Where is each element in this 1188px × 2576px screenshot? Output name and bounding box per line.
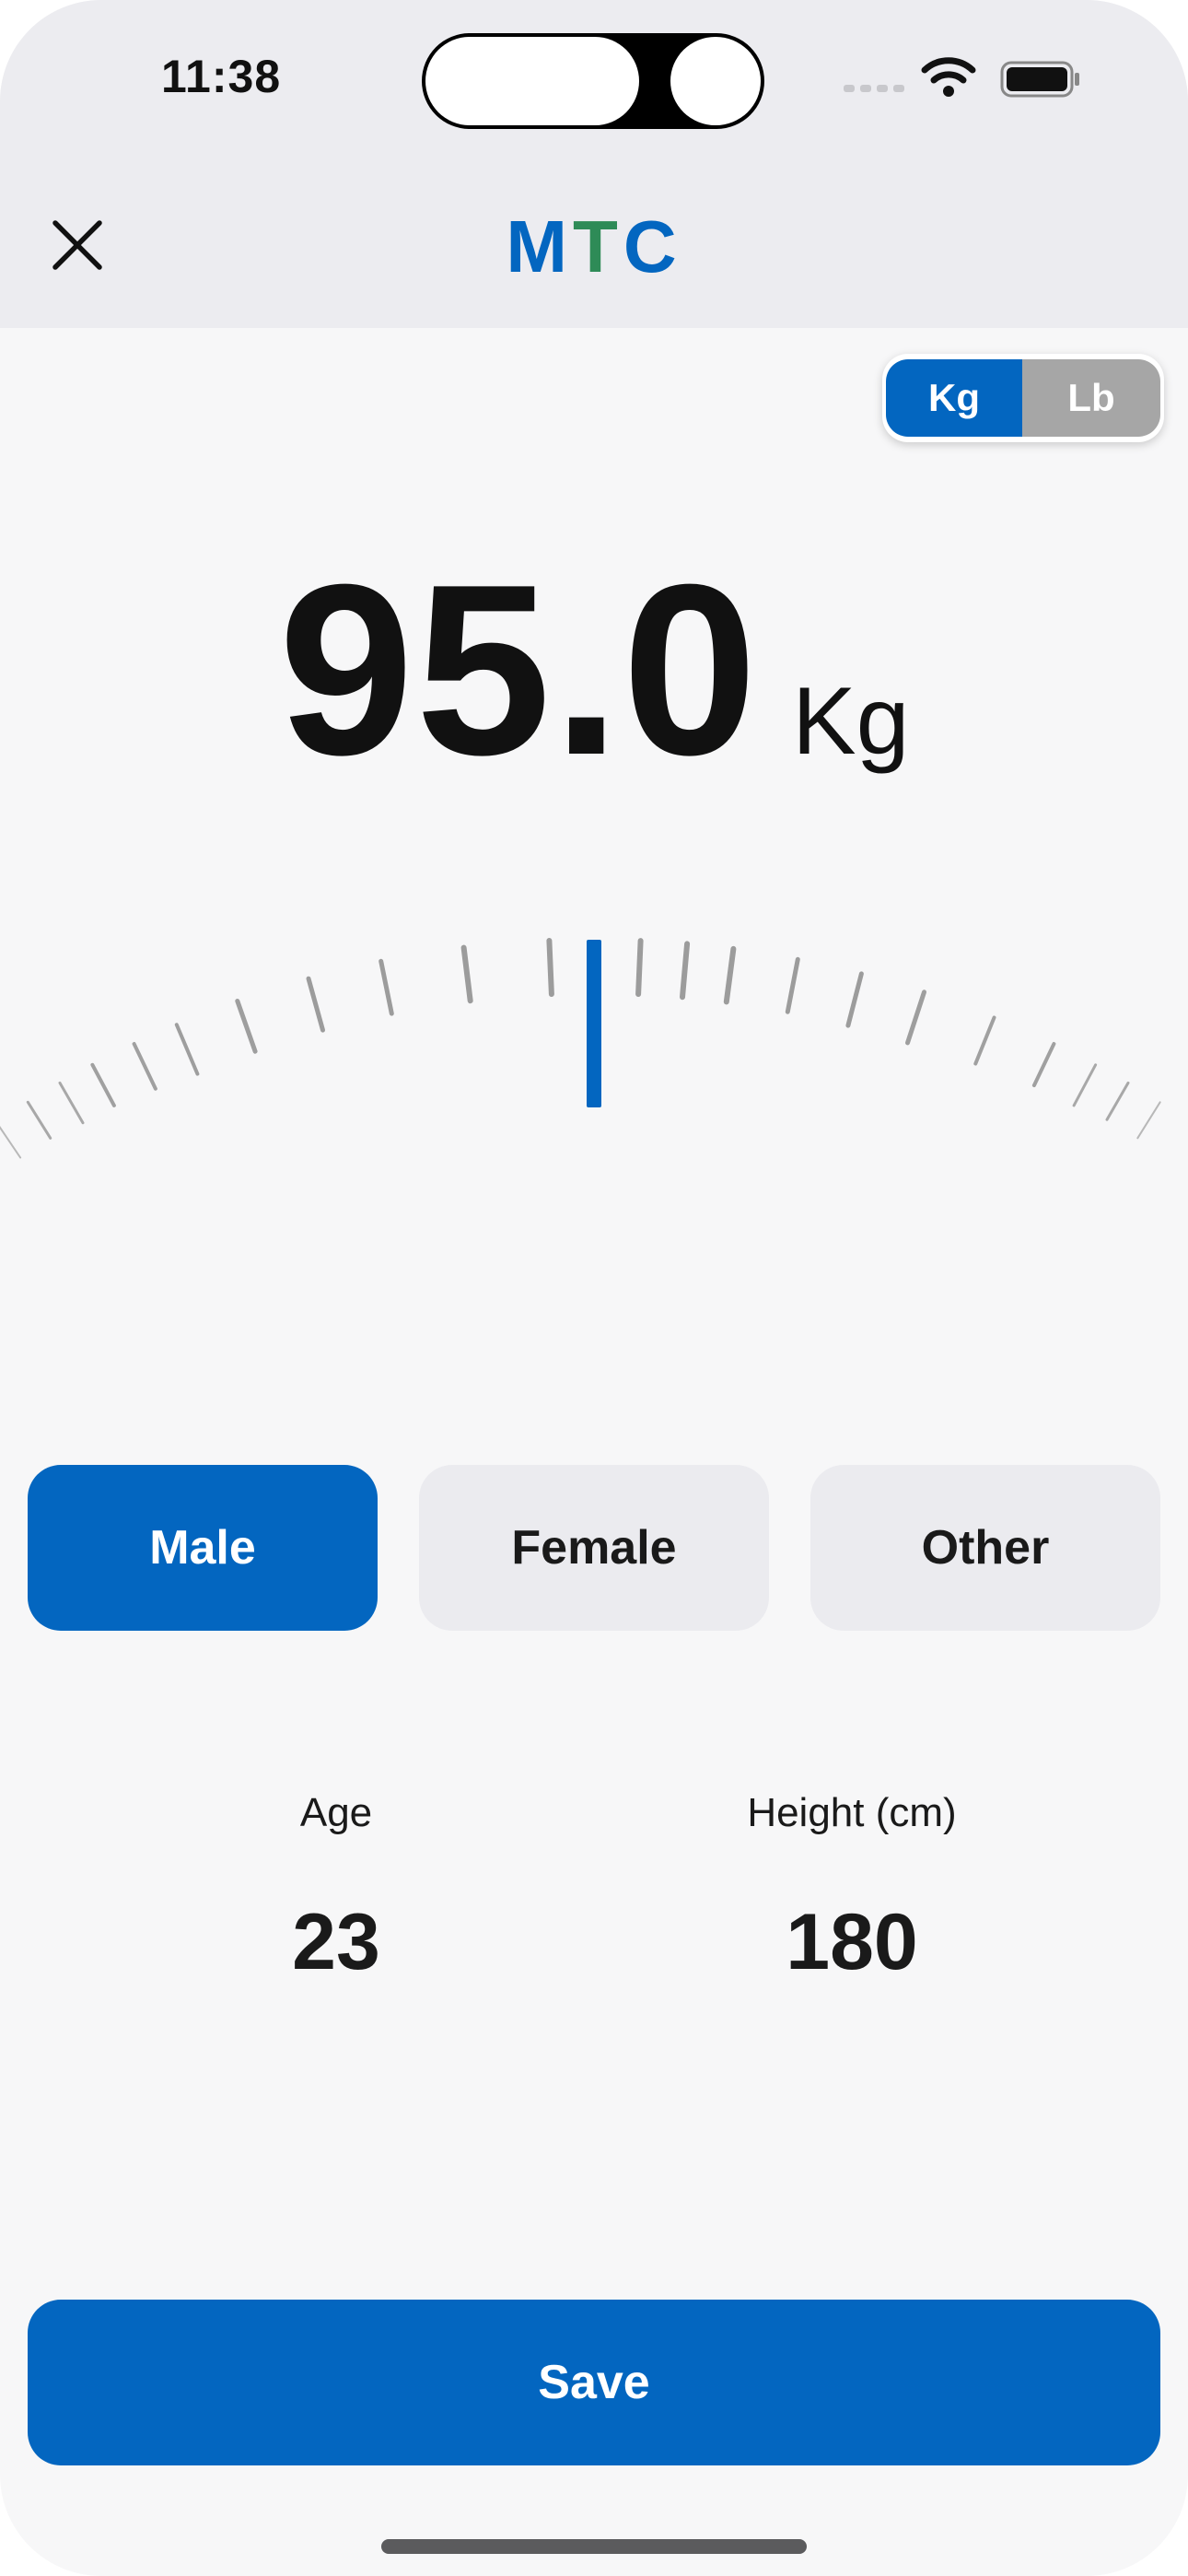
- ruler-tick: [460, 944, 473, 1004]
- weight-display: 95.0 Kg: [0, 530, 1188, 810]
- ruler-tick: [680, 941, 691, 1001]
- age-value: 23: [292, 1898, 380, 1986]
- height-picker[interactable]: Height (cm) 180: [686, 1787, 1018, 1988]
- ruler-tick: [973, 1015, 996, 1066]
- ruler-tick: [90, 1062, 116, 1107]
- weight-ruler-picker[interactable]: [0, 921, 1188, 1253]
- home-indicator: [381, 2539, 807, 2554]
- ruler-tick: [785, 956, 800, 1014]
- ruler-tick: [235, 999, 258, 1054]
- ruler-tick: [379, 958, 394, 1016]
- cellular-signal-icon: [844, 85, 904, 92]
- weight-unit: Kg: [792, 668, 910, 775]
- ruler-tick: [1105, 1081, 1130, 1121]
- ruler-selected-indicator: [587, 940, 601, 1107]
- island-dot: [670, 37, 761, 125]
- save-button[interactable]: Save: [28, 2300, 1160, 2465]
- ruler-tick: [635, 938, 644, 997]
- ruler-tick: [1136, 1101, 1161, 1140]
- app-logo: MTC: [0, 203, 1188, 291]
- ruler-tick: [723, 945, 737, 1005]
- island-pill: [425, 37, 639, 125]
- ruler-tick: [0, 1125, 22, 1159]
- ruler-tick: [306, 976, 325, 1033]
- ruler-tick: [1031, 1042, 1056, 1088]
- ruler-tick: [845, 971, 864, 1028]
- ruler-tick: [174, 1023, 200, 1076]
- unit-kg-segment[interactable]: Kg: [886, 359, 1022, 437]
- ruler-tick: [58, 1081, 85, 1125]
- logo-letter-0: M: [506, 205, 573, 287]
- age-label: Age: [299, 1790, 373, 1835]
- unit-lb-segment[interactable]: Lb: [1022, 359, 1160, 437]
- dynamic-island: [422, 33, 764, 129]
- ruler-tick: [1072, 1063, 1098, 1107]
- status-time: 11:38: [161, 51, 282, 102]
- ruler-tick: [905, 989, 926, 1046]
- height-value: 180: [786, 1898, 918, 1986]
- height-label: Height (cm): [747, 1790, 957, 1835]
- logo-letter-2: C: [623, 205, 682, 287]
- unit-toggle: Kg Lb: [882, 354, 1164, 442]
- weight-value: 95.0: [278, 533, 760, 805]
- gender-male-button[interactable]: Male: [28, 1465, 378, 1631]
- battery-icon: [1000, 61, 1079, 98]
- ruler-tick: [26, 1100, 52, 1140]
- age-picker[interactable]: Age 23: [207, 1787, 465, 1988]
- header-area: 11:38 MTC: [0, 0, 1188, 328]
- gender-female-button[interactable]: Female: [419, 1465, 769, 1631]
- phone-screen: 11:38 MTC Kg Lb 95.0 Kg Male Female Othe…: [0, 0, 1188, 2576]
- gender-other-button[interactable]: Other: [810, 1465, 1160, 1631]
- logo-letter-1: T: [572, 205, 623, 287]
- wifi-icon: [921, 57, 976, 97]
- ruler-tick: [132, 1042, 157, 1091]
- ruler-tick: [546, 938, 554, 997]
